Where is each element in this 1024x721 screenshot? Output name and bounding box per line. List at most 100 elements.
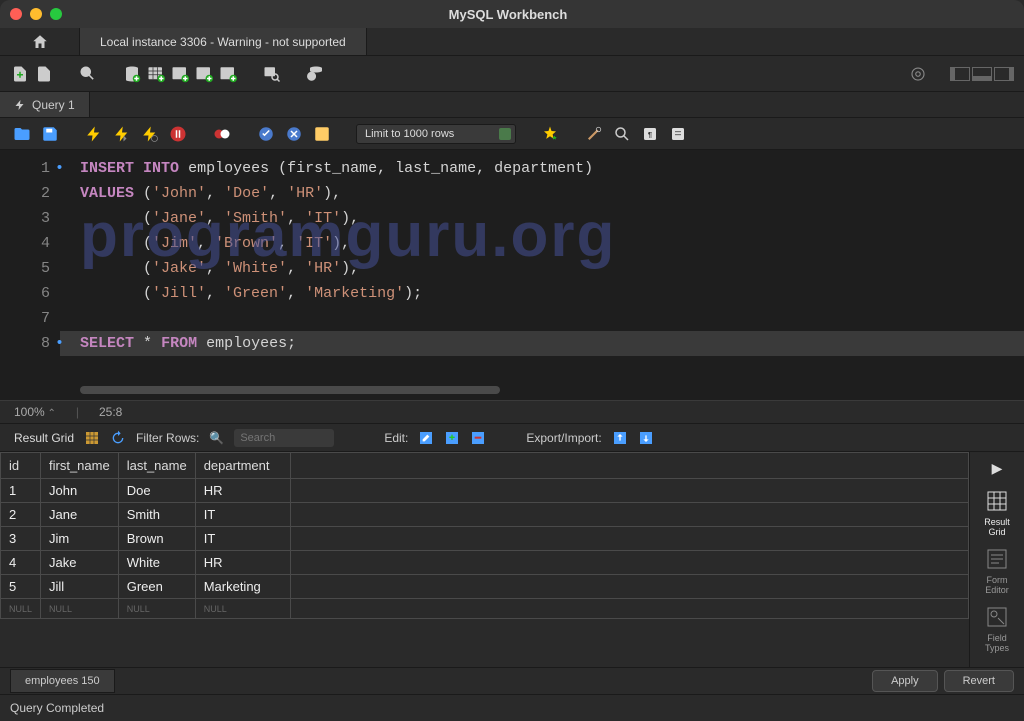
line-number: 2 xyxy=(0,181,50,206)
grid-icon xyxy=(985,489,1009,513)
form-editor-tab[interactable]: Form Editor xyxy=(985,547,1009,595)
snippets-icon[interactable] xyxy=(668,124,688,144)
add-row-icon[interactable] xyxy=(444,430,460,446)
toggle-secondary-icon[interactable] xyxy=(994,67,1014,81)
maximize-window-icon[interactable] xyxy=(50,8,62,20)
col-last-name[interactable]: last_name xyxy=(118,453,195,479)
connection-tab[interactable]: Local instance 3306 - Warning - not supp… xyxy=(80,28,367,55)
line-number: 4 xyxy=(0,231,50,256)
reconnect-icon[interactable] xyxy=(306,64,326,84)
delete-row-icon[interactable] xyxy=(470,430,486,446)
edit-label: Edit: xyxy=(384,431,408,445)
result-grid[interactable]: id first_name last_name department 1John… xyxy=(0,452,969,667)
beautify-icon[interactable] xyxy=(540,124,560,144)
expand-icon[interactable]: ▶ xyxy=(992,460,1003,477)
revert-button[interactable]: Revert xyxy=(944,670,1014,692)
col-empty xyxy=(290,453,968,479)
field-types-tab[interactable]: Field Types xyxy=(985,605,1009,653)
table-row[interactable]: 3JimBrownIT xyxy=(1,527,969,551)
toggle-autocommit-icon[interactable] xyxy=(212,124,232,144)
minimize-window-icon[interactable] xyxy=(30,8,42,20)
toggle-output-icon[interactable] xyxy=(972,67,992,81)
form-icon xyxy=(985,547,1009,571)
result-grid-tab[interactable]: Result Grid xyxy=(984,489,1010,537)
execute-icon[interactable] xyxy=(84,124,104,144)
create-procedure-icon[interactable] xyxy=(194,64,214,84)
line-number: 8 xyxy=(0,331,50,356)
table-row[interactable]: 4JakeWhiteHR xyxy=(1,551,969,575)
create-schema-icon[interactable] xyxy=(122,64,142,84)
table-row-empty xyxy=(1,619,969,668)
inspector-icon[interactable] xyxy=(78,64,98,84)
save-file-icon[interactable] xyxy=(40,124,60,144)
line-gutter: 1 2 3 4 5 6 7 8 xyxy=(0,150,60,400)
open-file-icon[interactable] xyxy=(12,124,32,144)
window-title: MySQL Workbench xyxy=(62,7,954,22)
col-id[interactable]: id xyxy=(1,453,41,479)
field-types-icon xyxy=(985,605,1009,629)
line-number: 6 xyxy=(0,281,50,306)
create-function-icon[interactable] xyxy=(218,64,238,84)
table-row[interactable]: 5JillGreenMarketing xyxy=(1,575,969,599)
table-row-null[interactable]: NULLNULLNULLNULL xyxy=(1,599,969,619)
find-icon[interactable] xyxy=(584,124,604,144)
result-side-panel: ▶ Result Grid Form Editor Field Types ⌄ xyxy=(969,452,1024,667)
settings-icon[interactable] xyxy=(908,64,928,84)
col-department[interactable]: department xyxy=(195,453,290,479)
close-window-icon[interactable] xyxy=(10,8,22,20)
edit-row-icon[interactable] xyxy=(418,430,434,446)
line-number: 5 xyxy=(0,256,50,281)
result-tabs-bar: employees 150 Apply Revert xyxy=(0,667,1024,695)
toggle-sidebar-icon[interactable] xyxy=(950,67,970,81)
stop-icon[interactable] xyxy=(168,124,188,144)
refresh-icon[interactable] xyxy=(110,430,126,446)
editor-status-bar: 100% | 25:8 xyxy=(0,400,1024,424)
line-number: 1 xyxy=(0,156,50,181)
query-toolbar: Limit to 1000 rows ¶ xyxy=(0,118,1024,150)
window-controls xyxy=(10,8,62,20)
limit-rows-select[interactable]: Limit to 1000 rows xyxy=(356,124,516,144)
zoom-level[interactable]: 100% xyxy=(14,405,56,419)
new-sql-tab-icon[interactable] xyxy=(10,64,30,84)
home-tab[interactable] xyxy=(0,28,80,55)
query-tab-label: Query 1 xyxy=(32,98,75,112)
invisible-chars-icon[interactable] xyxy=(612,124,632,144)
import-icon[interactable] xyxy=(638,430,654,446)
main-toolbar xyxy=(0,56,1024,92)
header-row: id first_name last_name department xyxy=(1,453,969,479)
create-view-icon[interactable] xyxy=(170,64,190,84)
result-tab[interactable]: employees 150 xyxy=(10,669,115,693)
commit-icon[interactable] xyxy=(256,124,276,144)
sql-editor[interactable]: 1 2 3 4 5 6 7 8 INSERT INTO employees (f… xyxy=(0,150,1024,400)
execute-current-icon[interactable] xyxy=(112,124,132,144)
search-table-icon[interactable] xyxy=(262,64,282,84)
result-grid-label: Result Grid xyxy=(14,431,74,445)
layout-toggles xyxy=(948,67,1014,81)
filter-label: Filter Rows: xyxy=(136,431,199,445)
home-icon xyxy=(31,33,49,51)
table-row[interactable]: 2JaneSmithIT xyxy=(1,503,969,527)
line-number: 3 xyxy=(0,206,50,231)
wrap-icon[interactable]: ¶ xyxy=(640,124,660,144)
rollback-icon[interactable] xyxy=(284,124,304,144)
filter-search-input[interactable] xyxy=(234,429,334,447)
grid-view-icon[interactable] xyxy=(84,430,100,446)
cursor-position: 25:8 xyxy=(99,405,122,419)
create-table-icon[interactable] xyxy=(146,64,166,84)
export-icon[interactable] xyxy=(612,430,628,446)
status-text: Query Completed xyxy=(10,701,104,715)
col-first-name[interactable]: first_name xyxy=(41,453,119,479)
horizontal-scrollbar[interactable] xyxy=(80,386,500,394)
table-row[interactable]: 1JohnDoeHR xyxy=(1,479,969,503)
code-area[interactable]: INSERT INTO employees (first_name, last_… xyxy=(60,150,1024,400)
lightning-icon xyxy=(14,99,26,111)
toggle-limit-icon[interactable] xyxy=(312,124,332,144)
explain-icon[interactable] xyxy=(140,124,160,144)
export-label: Export/Import: xyxy=(526,431,601,445)
status-bar: Query Completed xyxy=(0,695,1024,721)
query-tab[interactable]: Query 1 xyxy=(0,92,90,117)
apply-button[interactable]: Apply xyxy=(872,670,938,692)
open-sql-icon[interactable] xyxy=(34,64,54,84)
connection-tab-bar: Local instance 3306 - Warning - not supp… xyxy=(0,28,1024,56)
svg-text:¶: ¶ xyxy=(648,130,652,139)
